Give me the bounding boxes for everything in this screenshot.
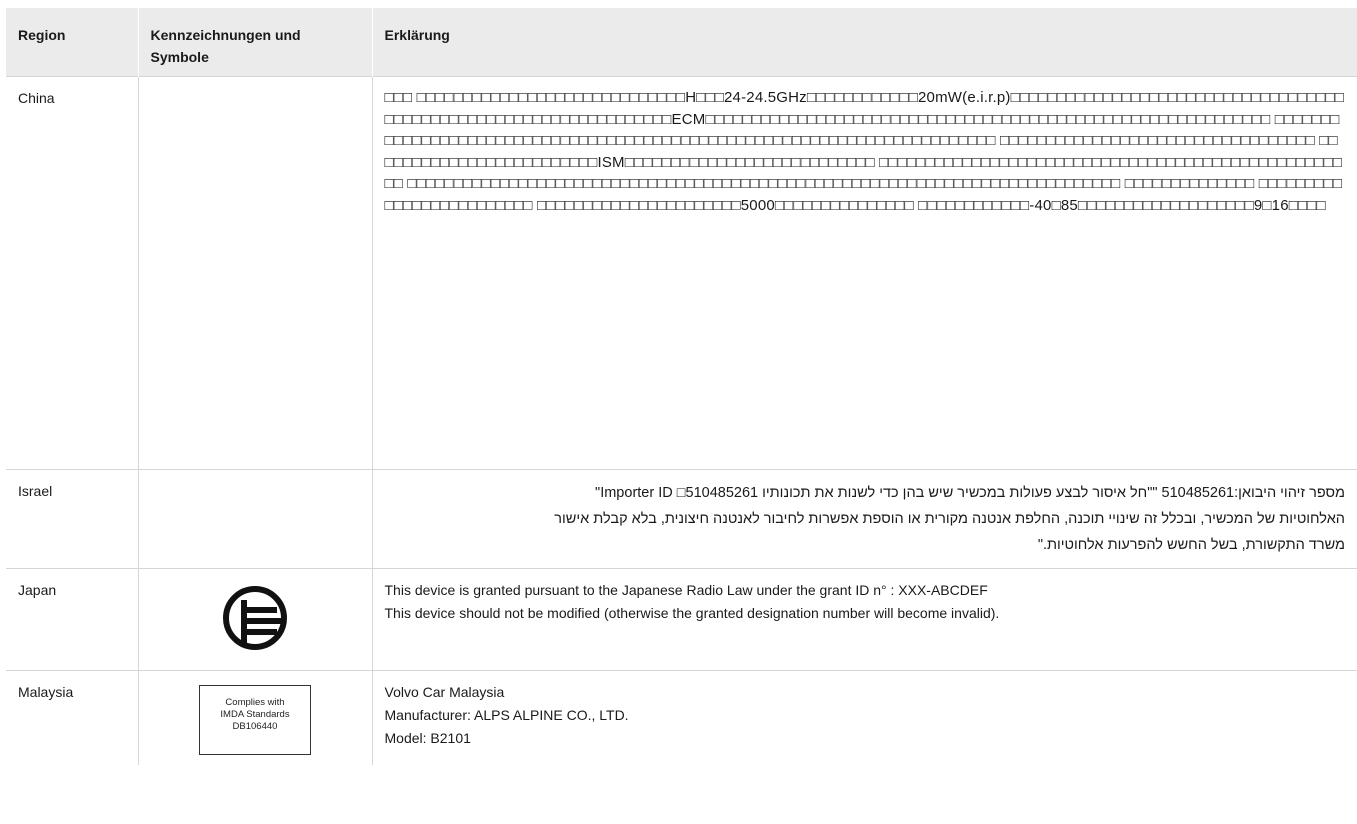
table-row-malaysia: Malaysia Complies with IMDA Standards DB… — [6, 670, 1357, 765]
regulatory-table: Region Kennzeichnungen und Symbole Erklä… — [6, 8, 1357, 765]
header-region: Region — [6, 8, 138, 77]
explanation-line: Manufacturer: ALPS ALPINE CO., LTD. — [384, 707, 629, 723]
header-explanation: Erklärung — [371, 8, 1357, 77]
imda-label-line: DB106440 — [232, 721, 278, 732]
table-row-israel: Israel מספר זיהוי היבואן:510485261 ""חל … — [6, 469, 1357, 569]
explanation-line: משרד התקשורת, בשל החשש להפרעות אלחוטיות.… — [1037, 537, 1345, 553]
table-row-china: China □□□ □□□□□□□□□□□□□□□□□□□□□□□□□□□□□H… — [6, 76, 1357, 470]
explanation-cell: מספר זיהוי היבואן:510485261 ""חל איסור ל… — [371, 469, 1357, 569]
explanation-cell: This device is granted pursuant to the J… — [371, 568, 1357, 671]
region-cell: Israel — [6, 469, 138, 569]
explanation-line: Model: B2101 — [384, 730, 471, 746]
region-cell: Malaysia — [6, 670, 138, 765]
symbol-cell: Complies with IMDA Standards DB106440 — [137, 670, 372, 765]
explanation-line: This device should not be modified (othe… — [384, 605, 1000, 621]
header-symbols: Kennzeichnungen und Symbole — [137, 8, 372, 77]
japan-giteki-mark-icon — [223, 586, 287, 650]
imda-label-line: Complies with — [225, 697, 285, 708]
explanation-cell: Volvo Car Malaysia Manufacturer: ALPS AL… — [371, 670, 1357, 765]
explanation-line: This device is granted pursuant to the J… — [384, 582, 988, 598]
symbol-cell — [137, 76, 372, 470]
explanation-cell: □□□ □□□□□□□□□□□□□□□□□□□□□□□□□□□□□H□□□24-… — [371, 76, 1357, 470]
symbol-cell — [137, 568, 372, 671]
explanation-line: האלחוטיות של המכשיר, ובכלל זה שינויי תוכ… — [554, 511, 1345, 527]
region-cell: China — [6, 76, 138, 470]
region-cell: Japan — [6, 568, 138, 671]
symbol-cell — [137, 469, 372, 569]
table-header-row: Region Kennzeichnungen und Symbole Erklä… — [6, 8, 1357, 77]
explanation-line: מספר זיהוי היבואן:510485261 ""חל איסור ל… — [595, 485, 1345, 501]
table-row-japan: Japan This device is granted pursuant to… — [6, 568, 1357, 671]
imda-label: Complies with IMDA Standards DB106440 — [199, 685, 311, 755]
explanation-line: Volvo Car Malaysia — [384, 684, 505, 700]
imda-label-line: IMDA Standards — [220, 709, 290, 720]
